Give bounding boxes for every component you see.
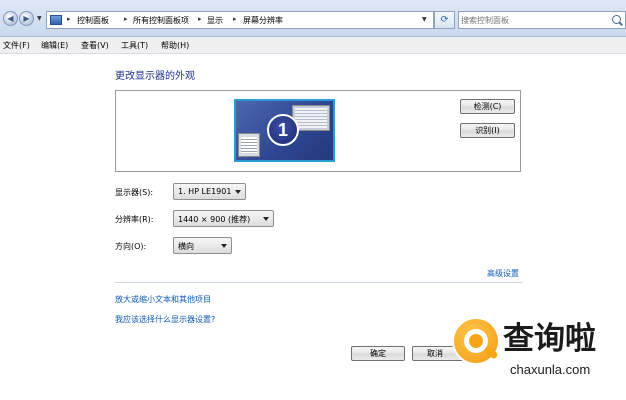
menu-view[interactable]: 查看(V) — [81, 40, 109, 51]
breadcrumb-display[interactable]: 显示 — [207, 15, 223, 26]
watermark: 查询啦 chaxunla.com — [454, 318, 626, 400]
display-preview-panel: 1 检测(C) 识别(I) — [115, 90, 521, 172]
display-select[interactable]: 1. HP LE1901 — [173, 183, 246, 200]
refresh-icon[interactable]: ⟳ — [434, 11, 455, 29]
watermark-domain: chaxunla.com — [510, 362, 591, 377]
orientation-select[interactable]: 横向 — [173, 237, 232, 254]
resolution-label: 分辨率(R): — [115, 215, 154, 224]
identify-button[interactable]: 识别(I) — [460, 123, 515, 138]
which-settings-link[interactable]: 我应该选择什么显示器设置? — [115, 314, 215, 325]
detect-button[interactable]: 检测(C) — [460, 99, 515, 114]
breadcrumb-control-panel[interactable]: 控制面板 — [77, 15, 109, 26]
resolution-select[interactable]: 1440 × 900 (推荐) — [173, 210, 274, 227]
address-dropdown-icon[interactable]: ▼ — [422, 16, 427, 23]
monitor-number-badge: 1 — [267, 114, 299, 146]
forward-arrow-icon[interactable]: ▶ — [19, 11, 34, 26]
menu-help[interactable]: 帮助(H) — [161, 40, 189, 51]
display-label: 显示器(S): — [115, 188, 154, 197]
search-icon[interactable] — [612, 15, 621, 24]
address-bar: ◀ ▶ ▼ ▸ 控制面板 ▸ 所有控制面板项 ▸ 显示 ▸ 屏幕分辨率 ▼ ⟳ — [0, 0, 626, 37]
advanced-settings-link[interactable]: 高级设置 — [487, 268, 519, 279]
menu-file[interactable]: 文件(F) — [3, 40, 30, 51]
menu-edit[interactable]: 编辑(E) — [41, 40, 68, 51]
orientation-label: 方向(O): — [115, 242, 147, 251]
text-size-link[interactable]: 放大或缩小文本和其他项目 — [115, 294, 211, 305]
search-box[interactable] — [458, 11, 626, 29]
breadcrumb[interactable]: ▸ 控制面板 ▸ 所有控制面板项 ▸ 显示 ▸ 屏幕分辨率 ▼ — [46, 11, 434, 29]
menu-bar: 文件(F) 编辑(E) 查看(V) 工具(T) 帮助(H) — [0, 37, 626, 54]
chevron-down-icon — [235, 190, 241, 194]
control-panel-icon — [50, 15, 62, 25]
display-select-value: 1. HP LE1901 — [178, 187, 232, 196]
page-title: 更改显示器的外观 — [115, 71, 195, 82]
breadcrumb-screen-resolution[interactable]: 屏幕分辨率 — [243, 15, 283, 26]
divider — [115, 282, 522, 283]
back-arrow-icon[interactable]: ◀ — [3, 11, 18, 26]
history-dropdown-icon[interactable]: ▼ — [37, 15, 42, 22]
resolution-select-value: 1440 × 900 (推荐) — [178, 215, 251, 224]
menu-tools[interactable]: 工具(T) — [121, 40, 148, 51]
breadcrumb-separator-icon[interactable]: ▸ — [67, 15, 71, 23]
breadcrumb-separator-icon[interactable]: ▸ — [233, 15, 237, 23]
orientation-select-value: 横向 — [178, 242, 194, 251]
breadcrumb-all-items[interactable]: 所有控制面板项 — [133, 15, 189, 26]
chevron-down-icon — [263, 217, 269, 221]
breadcrumb-separator-icon[interactable]: ▸ — [124, 15, 128, 23]
breadcrumb-separator-icon[interactable]: ▸ — [198, 15, 202, 23]
monitor-thumbnail[interactable]: 1 — [234, 99, 335, 162]
window-thumbnail — [238, 133, 260, 157]
watermark-brand: 查询啦 — [503, 321, 596, 357]
chevron-down-icon — [221, 244, 227, 248]
ok-button[interactable]: 确定 — [351, 346, 405, 361]
search-input[interactable] — [461, 13, 606, 27]
